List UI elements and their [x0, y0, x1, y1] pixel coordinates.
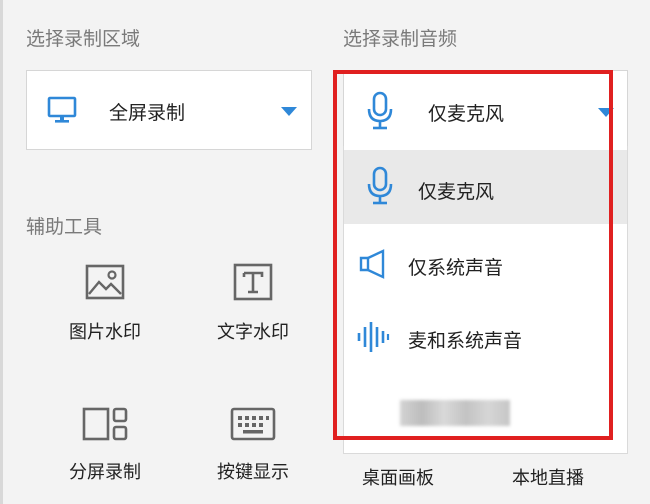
text-t-icon: [198, 262, 308, 306]
record-audio-label: 选择录制音频: [343, 28, 458, 50]
chevron-down-icon[interactable]: [281, 107, 297, 116]
tool-image-watermark[interactable]: 图片水印: [50, 262, 160, 344]
speaker-icon: [358, 249, 388, 283]
tool-label: 文字水印: [217, 322, 289, 343]
waveform-icon: [356, 320, 390, 358]
microphone-icon: [366, 91, 394, 135]
tool-whiteboard[interactable]: 桌面画板: [362, 464, 434, 490]
record-area-value: 全屏录制: [109, 102, 186, 124]
audio-option-mic-and-system[interactable]: 麦和系统声音: [344, 300, 627, 374]
audio-option-label: 仅系统声音: [408, 257, 504, 279]
record-area-label: 选择录制区域: [26, 28, 141, 50]
tool-local-live[interactable]: 本地直播: [512, 464, 584, 490]
tool-text-watermark[interactable]: 文字水印: [198, 262, 308, 344]
audio-option-system-only[interactable]: 仅系统声音: [344, 227, 627, 301]
audio-option-label: 仅麦克风: [418, 181, 495, 203]
tool-label: 分屏录制: [69, 462, 141, 483]
blurred-item: [400, 400, 510, 426]
monitor-icon: [47, 95, 77, 129]
tool-label: 按键显示: [217, 462, 289, 483]
tool-key-display[interactable]: 按键显示: [198, 406, 308, 484]
microphone-icon: [366, 166, 394, 210]
tool-label: 图片水印: [69, 322, 141, 343]
image-icon: [50, 262, 160, 306]
chevron-down-icon[interactable]: [598, 108, 614, 117]
tool-split-screen[interactable]: 分屏录制: [50, 406, 160, 484]
tools-label: 辅助工具: [26, 216, 103, 238]
left-border: [0, 0, 3, 504]
record-area-select[interactable]: 全屏录制: [26, 70, 312, 150]
record-audio-value: 仅麦克风: [428, 103, 505, 125]
audio-option-label: 麦和系统声音: [408, 330, 523, 352]
audio-option-mic-only[interactable]: 仅麦克风: [344, 150, 627, 224]
split-screen-icon: [50, 406, 160, 446]
keyboard-icon: [198, 406, 308, 446]
record-audio-select[interactable]: 仅麦克风: [343, 70, 628, 150]
